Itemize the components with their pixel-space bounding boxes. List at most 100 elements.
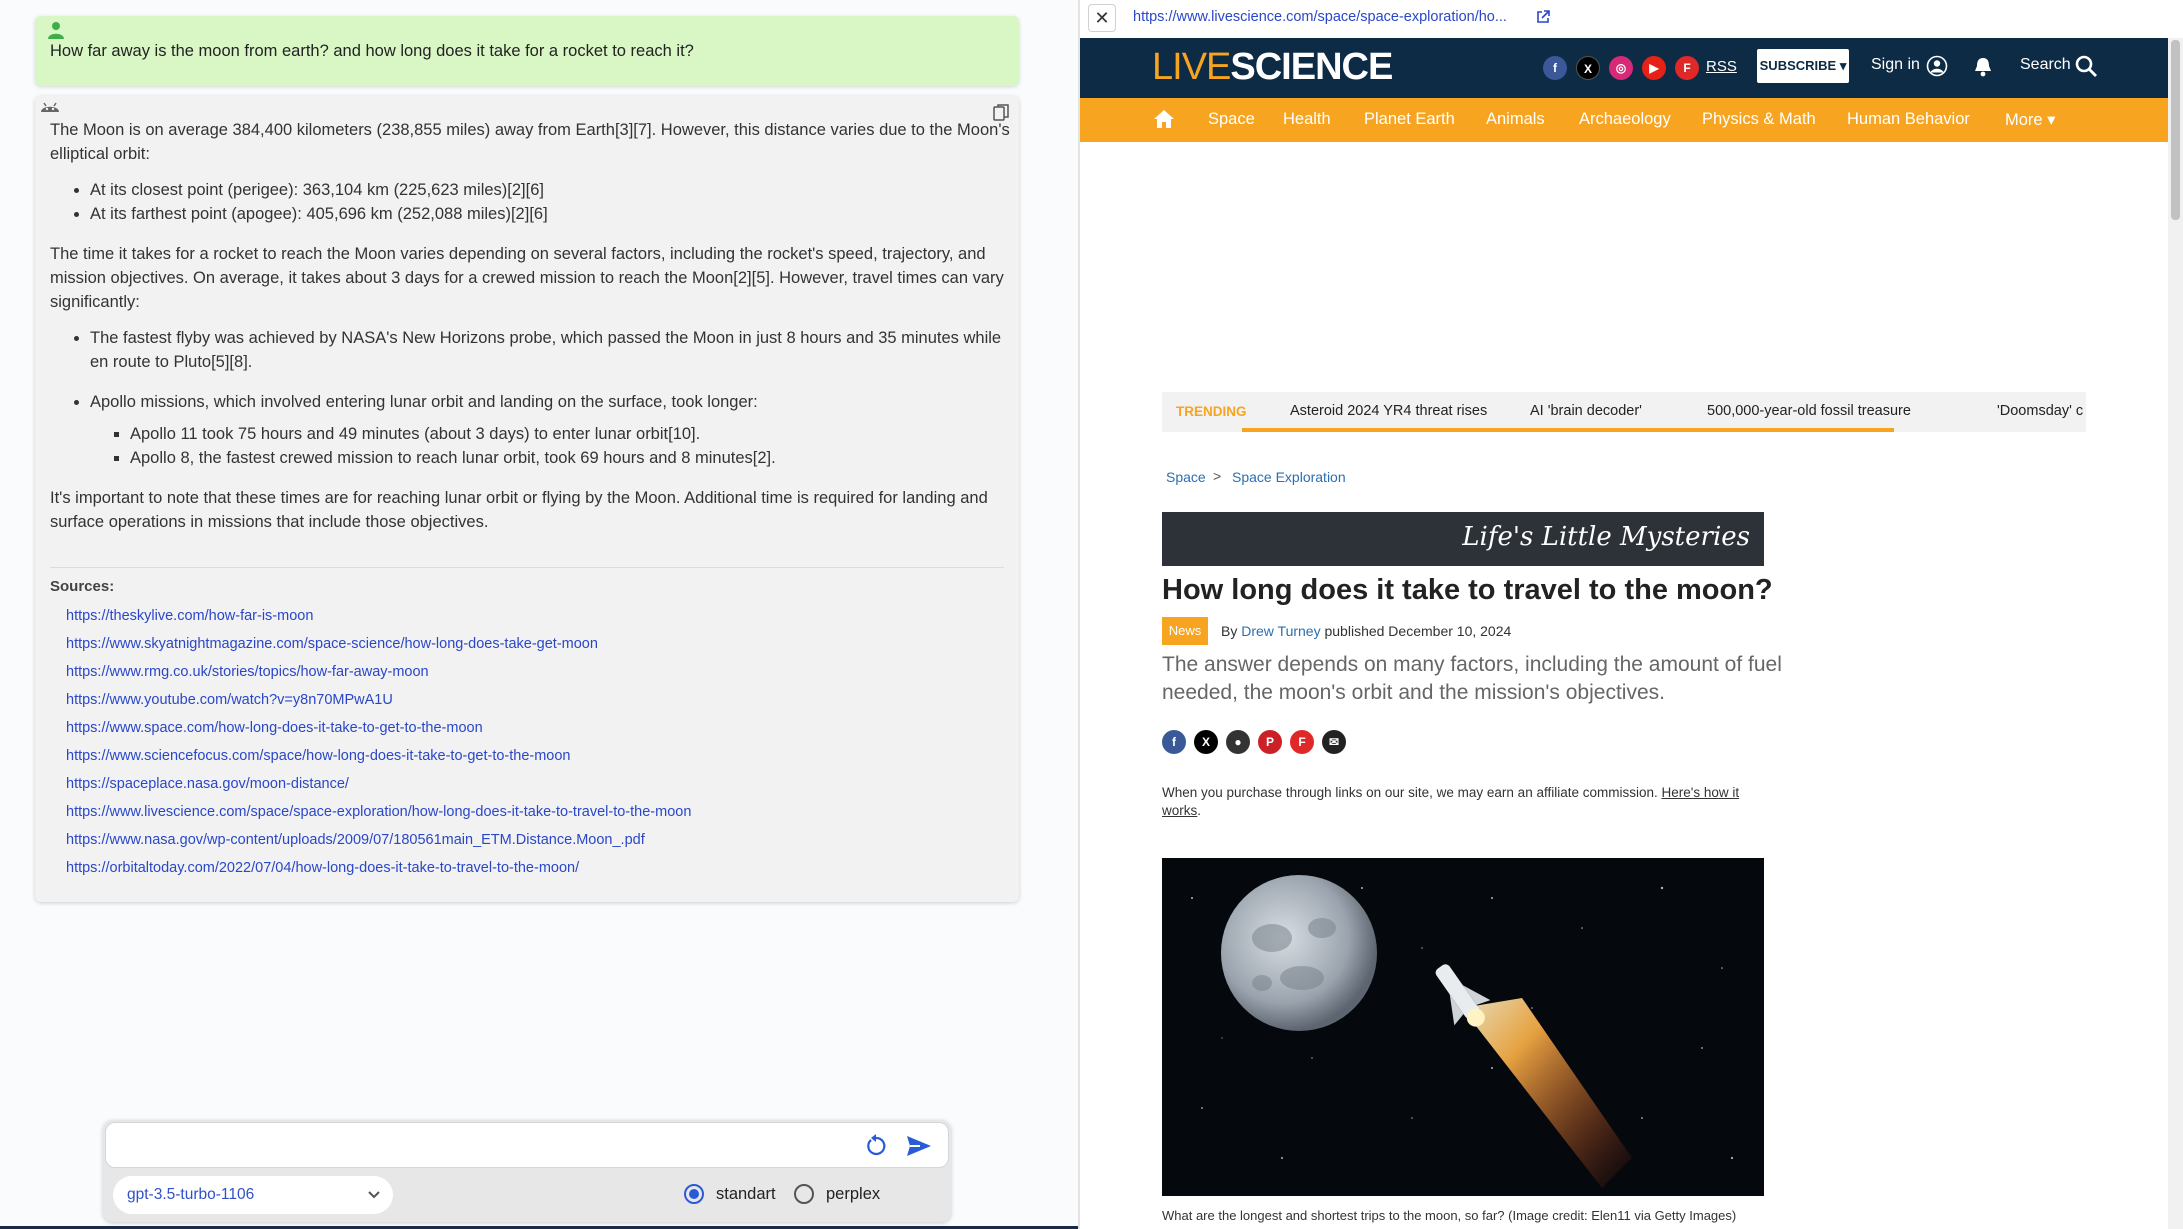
radio-standart[interactable] xyxy=(684,1184,704,1204)
nav-animals[interactable]: Animals xyxy=(1486,110,1545,129)
radio-perplex[interactable] xyxy=(794,1184,814,1204)
nav-archaeology[interactable]: Archaeology xyxy=(1579,110,1671,129)
list-item: Apollo 8, the fastest crewed mission to … xyxy=(130,446,1010,470)
list-item: Apollo missions, which involved entering… xyxy=(90,390,1010,470)
page-scrollbar[interactable] xyxy=(2168,38,2183,1229)
sign-in-link[interactable]: Sign in xyxy=(1871,56,1920,74)
radio-label: perplex xyxy=(826,1185,881,1203)
source-link[interactable]: https://www.livescience.com/space/space-… xyxy=(66,802,691,830)
source-link[interactable]: https://www.nasa.gov/wp-content/uploads/… xyxy=(66,830,691,858)
list-item-text: Apollo missions, which involved entering… xyxy=(90,393,758,411)
user-message-text: How far away is the moon from earth? and… xyxy=(50,42,694,60)
youtube-icon[interactable]: ▶ xyxy=(1642,56,1666,80)
model-select-value: gpt-3.5-turbo-1106 xyxy=(127,1186,255,1203)
source-link[interactable]: https://orbitaltoday.com/2022/07/04/how-… xyxy=(66,858,691,886)
share-x-icon[interactable]: X xyxy=(1194,730,1218,754)
share-reddit-icon[interactable]: ● xyxy=(1226,730,1250,754)
source-link[interactable]: https://theskylive.com/how-far-is-moon xyxy=(66,606,691,634)
article-standfirst: The answer depends on many factors, incl… xyxy=(1162,653,1782,704)
instagram-icon[interactable]: ◎ xyxy=(1609,56,1633,80)
reset-icon[interactable] xyxy=(864,1134,888,1158)
site-logo[interactable]: LIVESCIENCE xyxy=(1152,46,1393,89)
logo-part: LIVE xyxy=(1152,46,1231,88)
logo-part: SCIENCE xyxy=(1230,46,1393,88)
author-link[interactable]: Drew Turney xyxy=(1241,623,1320,639)
list-item: At its closest point (perigee): 363,104 … xyxy=(90,178,1010,202)
url-link[interactable]: https://www.livescience.com/space/space-… xyxy=(1133,9,1507,25)
answer-paragraph: The Moon is on average 384,400 kilometer… xyxy=(50,121,1010,163)
distance-list: At its closest point (perigee): 363,104 … xyxy=(90,178,1010,226)
trending-progress-bar xyxy=(1242,428,1894,432)
composer: gpt-3.5-turbo-1106 standart perplex xyxy=(103,1120,951,1222)
nav-space[interactable]: Space xyxy=(1208,110,1255,129)
affiliate-disclaimer: When you purchase through links on our s… xyxy=(1162,785,1740,818)
source-link[interactable]: https://www.youtube.com/watch?v=y8n70MPw… xyxy=(66,690,691,718)
list-item: At its farthest point (apogee): 405,696 … xyxy=(90,202,1010,226)
publish-date: published December 10, 2024 xyxy=(1324,623,1512,639)
byline: By Drew Turney published December 10, 20… xyxy=(1221,623,1511,639)
source-link[interactable]: https://www.space.com/how-long-does-it-t… xyxy=(66,718,691,746)
sources-title: Sources: xyxy=(50,578,115,595)
scroll-thumb[interactable] xyxy=(2171,40,2180,220)
article-headline: How long does it take to travel to the m… xyxy=(1162,574,1773,606)
hero-image xyxy=(1162,858,1764,1196)
answer-paragraph: It's important to note that these times … xyxy=(50,489,988,531)
share-flipboard-icon[interactable]: F xyxy=(1290,730,1314,754)
facebook-icon[interactable]: f xyxy=(1543,56,1567,80)
share-facebook-icon[interactable]: f xyxy=(1162,730,1186,754)
external-link-icon[interactable] xyxy=(1535,9,1551,25)
nav-health[interactable]: Health xyxy=(1283,110,1331,129)
account-icon[interactable] xyxy=(1926,55,1948,77)
affiliate-text: When you purchase through links on our s… xyxy=(1162,785,1658,800)
sources-list: https://theskylive.com/how-far-is-moon h… xyxy=(66,606,691,886)
nav-human-behavior[interactable]: Human Behavior xyxy=(1847,110,1970,129)
moon-rocket-illustration xyxy=(1162,858,1764,1196)
chat-panel: How far away is the moon from earth? and… xyxy=(0,0,1078,1229)
bell-icon[interactable] xyxy=(1973,56,1993,78)
trending-item[interactable]: AI 'brain decoder' xyxy=(1530,403,1642,419)
series-banner[interactable]: Life's Little Mysteries xyxy=(1162,512,1764,566)
url-bar: ✕ https://www.livescience.com/space/spac… xyxy=(1080,0,2183,38)
home-icon[interactable] xyxy=(1153,108,1175,130)
model-select[interactable]: gpt-3.5-turbo-1106 xyxy=(113,1176,393,1214)
nav-planet-earth[interactable]: Planet Earth xyxy=(1364,110,1455,129)
subscribe-button[interactable]: SUBSCRIBE ▾ xyxy=(1757,49,1849,83)
message-input[interactable] xyxy=(118,1131,818,1159)
trending-item[interactable]: Asteroid 2024 YR4 threat rises xyxy=(1290,403,1487,419)
list-item: The fastest flyby was achieved by NASA's… xyxy=(90,326,1010,374)
search-link[interactable]: Search xyxy=(2020,56,2071,74)
rss-link[interactable]: RSS xyxy=(1706,58,1737,75)
travel-time-list: The fastest flyby was achieved by NASA's… xyxy=(90,326,1010,470)
divider xyxy=(50,567,1004,568)
breadcrumb-separator: > xyxy=(1213,468,1222,484)
close-button[interactable]: ✕ xyxy=(1088,4,1116,32)
series-banner-title: Life's Little Mysteries xyxy=(1462,522,1750,552)
chevron-down-icon xyxy=(368,1191,380,1199)
breadcrumb-space[interactable]: Space xyxy=(1166,469,1206,485)
byline-prefix: By xyxy=(1221,623,1238,639)
share-pinterest-icon[interactable]: P xyxy=(1258,730,1282,754)
source-link[interactable]: https://www.rmg.co.uk/stories/topics/how… xyxy=(66,662,691,690)
trending-label: TRENDING xyxy=(1176,404,1247,419)
trending-bar: TRENDING Asteroid 2024 YR4 threat rises … xyxy=(1162,392,2086,432)
assistant-message: The Moon is on average 384,400 kilometer… xyxy=(35,96,1019,902)
source-link[interactable]: https://spaceplace.nasa.gov/moon-distanc… xyxy=(66,774,691,802)
send-icon[interactable] xyxy=(906,1134,932,1158)
image-caption: What are the longest and shortest trips … xyxy=(1162,1208,1737,1223)
site-nav: Space Health Planet Earth Animals Archae… xyxy=(1080,98,2168,142)
x-icon[interactable]: X xyxy=(1576,56,1600,80)
browser-panel: ✕ https://www.livescience.com/space/spac… xyxy=(1080,0,2183,1229)
source-link[interactable]: https://www.sciencefocus.com/space/how-l… xyxy=(66,746,691,774)
robot-avatar-icon xyxy=(41,102,59,112)
trending-item[interactable]: 'Doomsday' c xyxy=(1997,403,2083,419)
source-link[interactable]: https://www.skyatnightmagazine.com/space… xyxy=(66,634,691,662)
flipboard-icon[interactable]: F xyxy=(1675,56,1699,80)
share-email-icon[interactable]: ✉ xyxy=(1322,730,1346,754)
answer-paragraph: The time it takes for a rocket to reach … xyxy=(50,245,1004,311)
assistant-answer: The Moon is on average 384,400 kilometer… xyxy=(50,118,1010,550)
nav-more[interactable]: More ▾ xyxy=(2005,110,2055,130)
breadcrumb-space-exploration[interactable]: Space Exploration xyxy=(1232,469,1346,485)
search-icon[interactable] xyxy=(2074,54,2098,78)
nav-physics-math[interactable]: Physics & Math xyxy=(1702,110,1816,129)
trending-item[interactable]: 500,000-year-old fossil treasure xyxy=(1707,403,1911,419)
